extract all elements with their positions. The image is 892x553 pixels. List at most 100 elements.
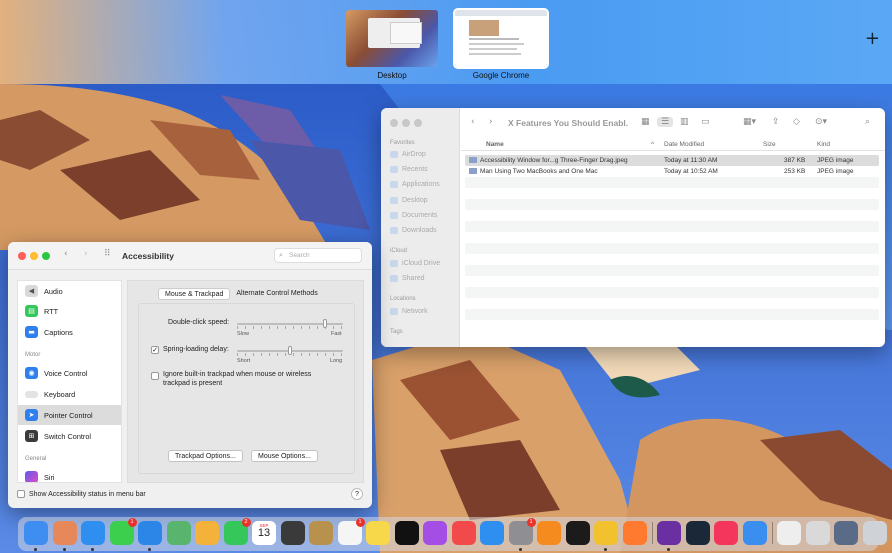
tab-mouse-trackpad[interactable]: Mouse & Trackpad (158, 288, 231, 300)
mouse-options-button[interactable]: Mouse Options... (251, 450, 318, 462)
sidebar-item-shared[interactable]: Shared (390, 275, 425, 282)
sidebar-item-keyboard[interactable]: Keyboard (18, 384, 121, 404)
mission-control-spaces-bar: Desktop Google Chrome + (0, 0, 892, 84)
column-header-size[interactable]: Size (763, 141, 776, 148)
icon-view-icon[interactable]: ▦ (641, 117, 650, 127)
safari-icon[interactable] (81, 521, 105, 545)
sidebar-item-switch-control[interactable]: ⊞ Switch Control (18, 426, 121, 446)
sidebar-item-voice-control[interactable]: ◉ Voice Control (18, 363, 121, 383)
sidebar-item-downloads[interactable]: Downloads (390, 227, 437, 234)
testflight-icon[interactable] (742, 521, 767, 545)
spring-loading-delay-slider[interactable] (237, 346, 343, 356)
sidebar-item-recents[interactable]: Recents (390, 166, 428, 173)
music-icon[interactable] (714, 521, 738, 545)
preview-icon[interactable] (777, 521, 801, 545)
space-desktop-thumbnail[interactable] (346, 10, 438, 67)
trash-icon[interactable] (862, 521, 887, 545)
sidebar-item-desktop[interactable]: Desktop (390, 197, 428, 204)
column-view-icon[interactable]: ▥ (680, 117, 689, 127)
sidebar-item-documents[interactable]: Documents (390, 212, 437, 219)
maps-icon[interactable] (166, 521, 191, 545)
close-button[interactable] (390, 119, 398, 127)
firefox-icon[interactable] (622, 521, 647, 545)
sidebar-item-applications[interactable]: Applications (390, 181, 440, 188)
tag-icon[interactable]: ◇ (793, 117, 800, 127)
accessibility-window[interactable]: ‹ › ⠿ Accessibility ⌕ Search ◀ Audio ▤ RTT… (8, 242, 372, 508)
shared-folder-icon (390, 275, 398, 282)
search-icon[interactable]: ⌕ (865, 117, 870, 127)
sidebar-item-audio[interactable]: ◀ Audio (18, 281, 121, 301)
file-row[interactable]: Man Using Two MacBooks and One Mac Today… (465, 166, 879, 177)
sidebar-item-airdrop[interactable]: AirDrop (390, 151, 426, 158)
back-chevron-icon[interactable]: ‹ (64, 249, 68, 259)
activity-monitor-icon[interactable] (565, 521, 590, 545)
list-view-icon[interactable]: ☰ (657, 117, 674, 127)
empty-row (465, 287, 879, 298)
zoom-button[interactable] (42, 252, 50, 260)
vlc-icon[interactable] (537, 521, 561, 545)
network-icon (390, 308, 398, 315)
scanner-icon[interactable] (805, 521, 830, 545)
column-header-date[interactable]: Date Modified (664, 141, 704, 148)
forward-chevron-icon[interactable]: › (489, 117, 493, 127)
slider-knob[interactable] (287, 346, 292, 355)
group-icon[interactable]: ▦▾ (743, 117, 756, 127)
more-actions-icon[interactable]: ⊙▾ (815, 117, 827, 127)
spring-loading-checkbox[interactable]: ✓ (151, 346, 159, 354)
close-button[interactable] (18, 252, 26, 260)
system-preferences-icon[interactable]: 1 (508, 518, 536, 545)
finder-window[interactable]: Favorites AirDrop Recents Applications D… (381, 108, 885, 347)
space-chrome-thumbnail[interactable] (453, 8, 549, 69)
sidebar-item-captions[interactable]: ▬ Captions (18, 322, 121, 342)
add-space-button[interactable]: + (865, 28, 880, 49)
chrome-icon[interactable] (594, 521, 618, 545)
back-chevron-icon[interactable]: ‹ (471, 117, 475, 127)
double-click-speed-slider[interactable] (237, 319, 343, 329)
file-row[interactable]: Accessibility Window for...g Three-Finge… (465, 155, 879, 166)
reminders-icon[interactable]: 1 (337, 518, 365, 545)
space-desktop[interactable]: Desktop (346, 10, 438, 80)
calculator-icon[interactable] (280, 521, 305, 545)
news-icon[interactable] (451, 521, 476, 545)
sidebar-item-icloud-drive[interactable]: iCloud Drive (390, 260, 440, 267)
notebook-icon[interactable] (309, 521, 333, 545)
photos-icon[interactable] (195, 521, 219, 545)
minimize-button[interactable] (402, 119, 410, 127)
podcasts-icon[interactable] (423, 521, 447, 545)
sidebar-item-pointer-control[interactable]: ➤ Pointer Control (18, 405, 121, 425)
finder-icon[interactable] (24, 521, 48, 545)
steam-icon[interactable] (685, 521, 710, 545)
launchpad-icon[interactable] (52, 521, 77, 545)
sidebar-item-label: Applications (402, 181, 440, 188)
column-header-kind[interactable]: Kind (817, 141, 830, 148)
messages-icon[interactable]: 1 (109, 518, 137, 545)
zoom-button[interactable] (414, 119, 422, 127)
facetime-icon[interactable]: 2 (223, 518, 251, 545)
screen-capture-icon[interactable] (834, 521, 858, 545)
trackpad-options-button[interactable]: Trackpad Options... (168, 450, 243, 462)
rtt-icon: ▤ (25, 305, 38, 317)
sidebar-item-rtt[interactable]: ▤ RTT (18, 301, 121, 321)
calendar-icon[interactable]: SEP 13 (252, 521, 276, 545)
tab-alternate-control-methods[interactable]: Alternate Control Methods (230, 288, 323, 300)
column-header-name[interactable]: Name (486, 141, 504, 148)
clock-icon (390, 166, 398, 173)
notes-icon[interactable] (366, 521, 390, 545)
forward-chevron-icon[interactable]: › (84, 249, 88, 259)
ignore-trackpad-checkbox[interactable] (151, 372, 159, 380)
gallery-view-icon[interactable]: ▭ (701, 117, 710, 127)
minimize-button[interactable] (30, 252, 38, 260)
sidebar-item-siri[interactable]: Siri (18, 467, 121, 482)
slider-knob[interactable] (322, 319, 327, 328)
help-button[interactable]: ? (351, 488, 363, 500)
search-field[interactable]: ⌕ Search (274, 248, 362, 263)
tor-icon[interactable] (657, 521, 681, 545)
show-all-grid-icon[interactable]: ⠿ (104, 249, 111, 259)
apple-tv-icon[interactable] (394, 521, 419, 545)
space-google-chrome[interactable]: Google Chrome (453, 8, 549, 80)
share-icon[interactable]: ⇪ (772, 117, 780, 127)
show-status-checkbox[interactable] (17, 490, 25, 498)
app-store-icon[interactable] (480, 521, 504, 545)
mail-icon[interactable] (138, 521, 162, 545)
sidebar-item-network[interactable]: Network (390, 308, 428, 315)
